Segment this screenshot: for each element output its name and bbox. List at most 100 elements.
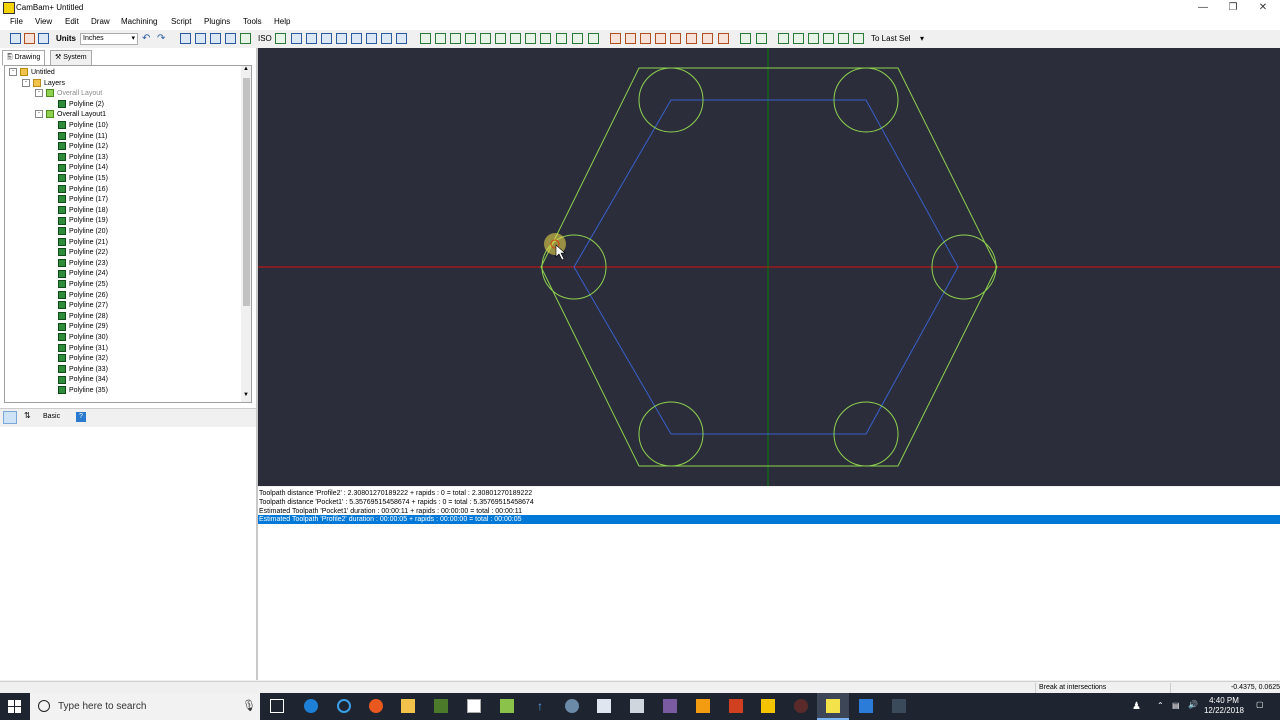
mop-pocket-icon[interactable] [625, 33, 636, 44]
firefox-icon[interactable] [369, 699, 383, 713]
zoom-extents-icon[interactable] [381, 33, 392, 44]
mop-engrave-icon[interactable] [655, 33, 666, 44]
tree-item-polyline[interactable]: Polyline (34) [58, 375, 108, 385]
tree-item-polyline[interactable]: Polyline (31) [58, 343, 108, 354]
collapse-icon[interactable]: - [22, 79, 30, 88]
clock[interactable]: 4:40 PM 12/22/2018 [1203, 696, 1245, 716]
app-tree-icon[interactable] [434, 699, 448, 713]
view-right-icon[interactable] [336, 33, 347, 44]
view-grid-icon[interactable] [195, 33, 206, 44]
draw-circle-icon[interactable] [435, 33, 446, 44]
align-middle-icon[interactable] [793, 33, 804, 44]
new-file-icon[interactable] [10, 33, 21, 44]
app-gear-icon[interactable] [565, 699, 579, 713]
sort-az-icon[interactable]: ⇅ [24, 411, 31, 420]
log-line-selected[interactable]: Estimated Toolpath 'Profile2' duration :… [258, 515, 1280, 524]
tree-item-polyline[interactable]: Polyline (2) [58, 100, 104, 110]
tab-system[interactable]: ⚒ System [50, 50, 92, 66]
menu-plugins[interactable]: Plugins [204, 17, 230, 26]
units-select[interactable]: Inches ▾ [80, 33, 138, 45]
close-button[interactable]: ✕ [1248, 1, 1278, 15]
file-explorer-icon[interactable] [401, 699, 415, 713]
volume-icon[interactable]: 🔊 [1188, 700, 1198, 709]
menu-file[interactable]: File [10, 17, 23, 26]
to-last-sel-button[interactable]: To Last Sel [871, 34, 911, 43]
restore-button[interactable]: ❐ [1218, 1, 1248, 15]
view-points-icon[interactable] [225, 33, 236, 44]
view-top-icon[interactable] [180, 33, 191, 44]
draw-rect-icon[interactable] [450, 33, 461, 44]
mop-drill-icon[interactable] [640, 33, 651, 44]
draw-region-icon[interactable] [525, 33, 536, 44]
cambam-taskbar-button[interactable] [817, 693, 849, 720]
align-left-icon[interactable] [740, 33, 751, 44]
tray-chevron-icon[interactable]: ⌃ [1157, 701, 1164, 710]
calculator-icon[interactable] [630, 699, 644, 713]
redo-icon[interactable]: ↷ [157, 33, 165, 44]
scroll-up-icon[interactable]: ▲ [243, 66, 249, 72]
tree-item-polyline[interactable]: Polyline (13) [58, 152, 108, 163]
tree-item-polyline[interactable]: Polyline (28) [58, 311, 108, 322]
app-f-icon[interactable] [696, 699, 710, 713]
categorized-icon[interactable] [3, 411, 17, 424]
tree-item-polyline[interactable]: Polyline (24) [58, 269, 108, 279]
help-icon[interactable]: ? [76, 412, 86, 422]
windows-start-icon[interactable] [8, 700, 22, 714]
menu-script[interactable]: Script [171, 17, 191, 26]
app-audio-icon[interactable] [663, 699, 677, 713]
align-center-icon[interactable] [756, 33, 767, 44]
tree-item-polyline[interactable]: Polyline (17) [58, 195, 108, 205]
ie-icon[interactable] [337, 699, 351, 713]
tree-layer-overall-layout[interactable]: - Overall Layout [35, 89, 102, 99]
tree-item-polyline[interactable]: Polyline (33) [58, 364, 108, 375]
draw-polyline-icon[interactable] [420, 33, 431, 44]
tree-item-polyline[interactable]: Polyline (19) [58, 216, 108, 226]
app-chart-icon[interactable] [597, 699, 611, 713]
app-red-icon[interactable] [729, 699, 743, 713]
tree-layers[interactable]: - Layers [22, 79, 65, 89]
tree-scrollbar[interactable]: ▲ ▼ [241, 66, 251, 402]
view-iso-icon[interactable] [366, 33, 377, 44]
view-left-icon[interactable] [321, 33, 332, 44]
app-circle-icon[interactable] [794, 699, 808, 713]
draw-arc-icon[interactable] [465, 33, 476, 44]
tree-root[interactable]: - Untitled [9, 68, 55, 78]
taskbar-search-box[interactable]: Type here to search 🎙 [30, 693, 260, 720]
mop-lathe-icon[interactable] [670, 33, 681, 44]
menu-view[interactable]: View [35, 17, 52, 26]
microphone-icon[interactable]: 🎙 [242, 699, 256, 712]
tree-item-polyline[interactable]: Polyline (11) [58, 131, 107, 142]
app-tool-icon[interactable]: ↑ [533, 699, 547, 713]
tree-item-polyline[interactable]: Polyline (30) [58, 333, 108, 343]
task-view-icon[interactable] [270, 699, 284, 713]
collapse-icon[interactable]: - [9, 68, 17, 77]
scroll-down-icon[interactable]: ▼ [243, 392, 249, 398]
draw-spline-icon[interactable] [540, 33, 551, 44]
tree-item-polyline[interactable]: Polyline (12) [58, 142, 108, 152]
tree-item-polyline[interactable]: Polyline (22) [58, 248, 108, 258]
tree-item-polyline[interactable]: Polyline (15) [58, 174, 108, 184]
drawing-canvas[interactable] [258, 48, 1280, 486]
minimize-button[interactable]: — [1188, 1, 1218, 15]
undo-icon[interactable]: ↶ [142, 33, 150, 44]
mop-gcode-icon[interactable] [702, 33, 713, 44]
align-spacing-icon[interactable] [853, 33, 864, 44]
app-blue-icon[interactable] [859, 699, 873, 713]
menu-help[interactable]: Help [274, 17, 290, 26]
tree-item-polyline[interactable]: Polyline (32) [58, 354, 108, 364]
zoom-icon[interactable] [396, 33, 407, 44]
tree-item-polyline[interactable]: Polyline (27) [58, 301, 108, 311]
save-icon[interactable] [38, 33, 49, 44]
view-snap-icon[interactable] [210, 33, 221, 44]
store-icon[interactable] [467, 699, 481, 713]
align-top-icon[interactable] [778, 33, 789, 44]
tree-item-polyline[interactable]: Polyline (10) [58, 121, 108, 131]
draw-line-icon[interactable] [556, 33, 567, 44]
distribute-v-icon[interactable] [838, 33, 849, 44]
tree-item-polyline[interactable]: Polyline (16) [58, 184, 108, 195]
view-bottom-icon[interactable] [351, 33, 362, 44]
to-last-sel-dropdown-icon[interactable]: ▾ [920, 34, 924, 43]
view-back-icon[interactable] [306, 33, 317, 44]
draw-measure-icon[interactable] [588, 33, 599, 44]
menu-draw[interactable]: Draw [91, 17, 110, 26]
